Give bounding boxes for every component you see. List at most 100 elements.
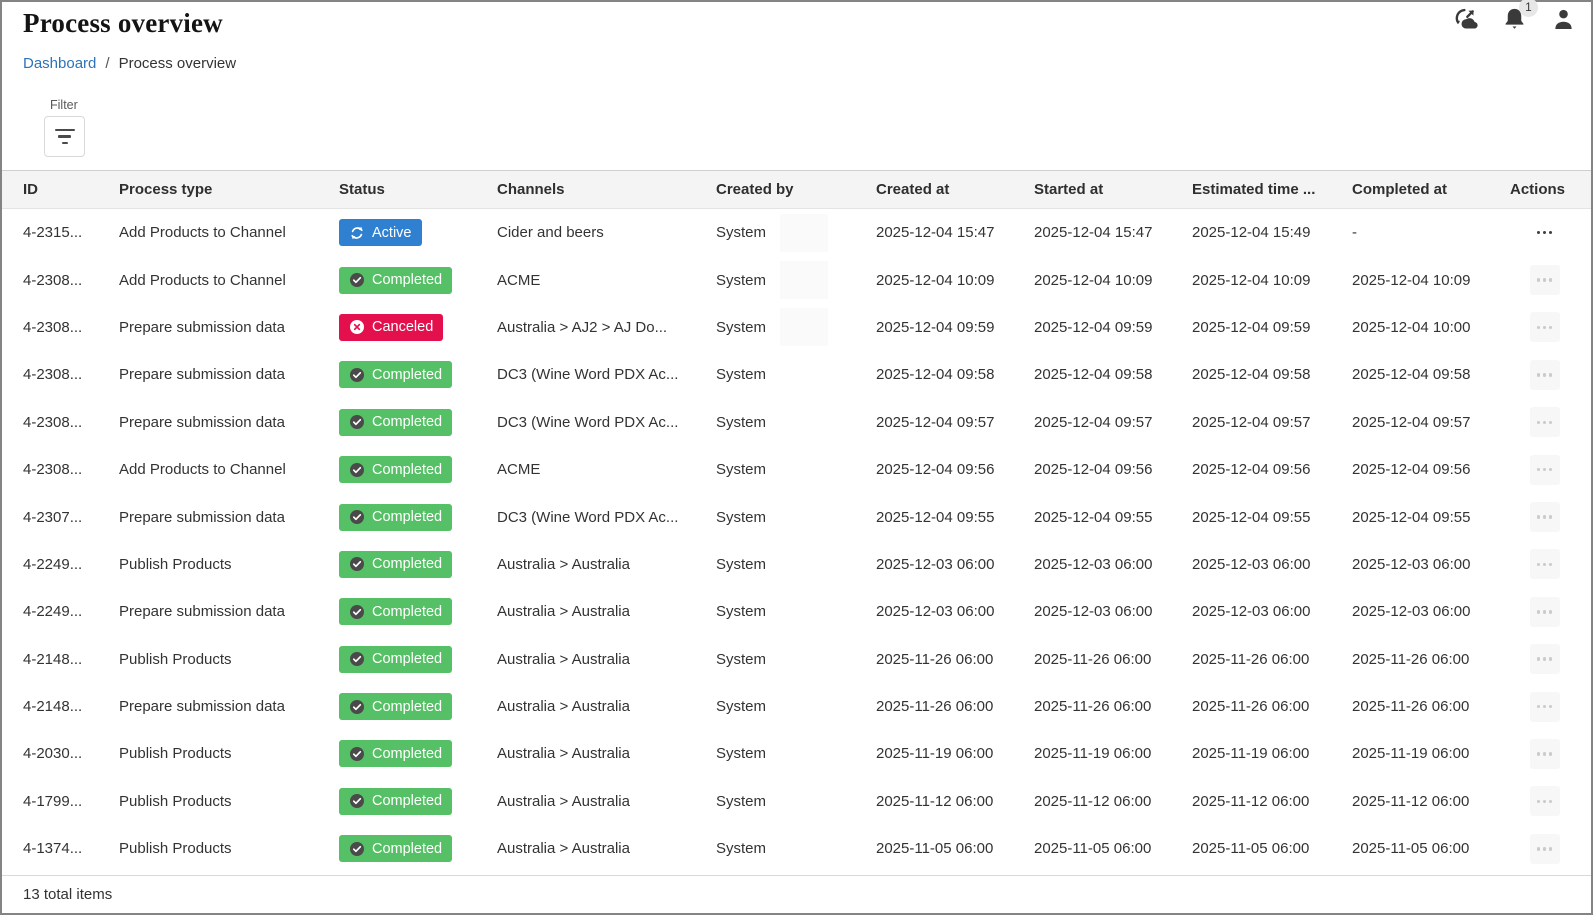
cell-created-by: System <box>716 698 876 715</box>
filter-label: Filter <box>50 98 1570 112</box>
filter-icon <box>55 129 75 132</box>
table-row[interactable]: 4-2249... Publish Products <box>2 541 1591 588</box>
table-row[interactable]: 4-2308... Prepare submission data <box>2 351 1591 398</box>
row-actions-button[interactable] <box>1530 597 1560 627</box>
notifications-bell-icon[interactable]: 1 <box>1501 6 1528 33</box>
row-actions-button[interactable] <box>1530 360 1560 390</box>
row-actions-button[interactable] <box>1530 834 1560 864</box>
cell-actions <box>1510 786 1579 816</box>
col-header-created-at[interactable]: Created at <box>876 181 1034 198</box>
cell-created-at: 2025-12-03 06:00 <box>876 556 1034 573</box>
loading-placeholder <box>780 308 828 346</box>
table-row[interactable]: 4-2308... Add Products to Channel <box>2 446 1591 493</box>
cell-estimated-time: 2025-12-04 15:49 <box>1192 224 1352 241</box>
cell-created-by: System <box>716 366 876 383</box>
col-header-estimated-time[interactable]: Estimated time ... <box>1192 181 1352 198</box>
cell-started-at: 2025-11-19 06:00 <box>1034 745 1192 762</box>
cell-started-at: 2025-12-04 15:47 <box>1034 224 1192 241</box>
row-actions-button[interactable] <box>1530 549 1560 579</box>
col-header-channels[interactable]: Channels <box>497 181 716 198</box>
row-actions-button[interactable] <box>1530 455 1560 485</box>
cell-created-by: System <box>716 414 876 431</box>
cell-process-type: Add Products to Channel <box>119 224 339 241</box>
breadcrumb-dashboard-link[interactable]: Dashboard <box>23 55 96 72</box>
cell-process-type: Prepare submission data <box>119 319 339 336</box>
check-circle-icon <box>349 793 365 809</box>
row-actions-button[interactable] <box>1530 644 1560 674</box>
cell-id: 4-2030... <box>23 745 119 762</box>
table-row[interactable]: 4-2308... Add Products to Channel <box>2 256 1591 303</box>
cell-started-at: 2025-12-04 09:56 <box>1034 461 1192 478</box>
cell-created-at: 2025-11-05 06:00 <box>876 840 1034 857</box>
cell-id: 4-2308... <box>23 366 119 383</box>
table-row[interactable]: 4-2307... Prepare submission data <box>2 493 1591 540</box>
cell-id: 4-2308... <box>23 414 119 431</box>
table-row[interactable]: 4-2308... Prepare submission data <box>2 399 1591 446</box>
page-title: Process overview <box>23 8 1570 39</box>
table-row[interactable]: 4-2315... Add Products to Channel <box>2 209 1591 256</box>
row-actions-button[interactable] <box>1530 218 1560 248</box>
status-badge-label: Completed <box>372 367 442 383</box>
check-circle-icon <box>349 651 365 667</box>
cell-actions <box>1510 360 1579 390</box>
cell-created-at: 2025-11-12 06:00 <box>876 793 1034 810</box>
col-header-created-by[interactable]: Created by <box>716 181 876 198</box>
cell-id: 4-1374... <box>23 840 119 857</box>
row-actions-button[interactable] <box>1530 502 1560 532</box>
cell-created-at: 2025-12-03 06:00 <box>876 603 1034 620</box>
cell-created-by: System <box>716 745 876 762</box>
kebab-icon <box>1537 610 1541 614</box>
table-row[interactable]: 4-1799... Publish Products <box>2 778 1591 825</box>
cell-completed-at: 2025-11-26 06:00 <box>1352 651 1510 668</box>
cell-id: 4-2308... <box>23 319 119 336</box>
cell-estimated-time: 2025-12-04 09:57 <box>1192 414 1352 431</box>
row-actions-button[interactable] <box>1530 786 1560 816</box>
row-actions-button[interactable] <box>1530 265 1560 295</box>
table-row[interactable]: 4-2308... Prepare submission data <box>2 304 1591 351</box>
col-header-started-at[interactable]: Started at <box>1034 181 1192 198</box>
col-header-id[interactable]: ID <box>23 181 119 198</box>
cell-created-by: System <box>716 651 876 668</box>
cell-channels: Cider and beers <box>497 224 716 241</box>
table-body: 4-2315... Add Products to Channel <box>2 209 1591 872</box>
status-badge-label: Completed <box>372 841 442 857</box>
cell-estimated-time: 2025-12-04 09:59 <box>1192 319 1352 336</box>
cell-completed-at: 2025-12-04 10:09 <box>1352 272 1510 289</box>
table-row[interactable]: 4-2148... Publish Products <box>2 636 1591 683</box>
kebab-icon <box>1537 515 1541 519</box>
cell-completed-at: 2025-12-04 09:58 <box>1352 366 1510 383</box>
status-badge-label: Completed <box>372 793 442 809</box>
col-header-completed-at[interactable]: Completed at <box>1352 181 1510 198</box>
cell-estimated-time: 2025-12-04 09:55 <box>1192 509 1352 526</box>
row-actions-button[interactable] <box>1530 407 1560 437</box>
cell-completed-at: 2025-12-04 09:55 <box>1352 509 1510 526</box>
cell-process-type: Prepare submission data <box>119 509 339 526</box>
cell-status: Completed <box>339 740 497 767</box>
cell-estimated-time: 2025-12-04 09:56 <box>1192 461 1352 478</box>
cell-created-at: 2025-11-26 06:00 <box>876 698 1034 715</box>
kebab-icon <box>1537 231 1541 235</box>
cell-channels: Australia > AJ2 > AJ Do... <box>497 319 716 336</box>
x-circle-icon <box>349 319 365 335</box>
row-actions-button[interactable] <box>1530 312 1560 342</box>
loading-placeholder <box>780 261 828 299</box>
sync-cloud-icon[interactable] <box>1452 6 1479 33</box>
filter-button[interactable] <box>44 116 85 157</box>
col-header-status[interactable]: Status <box>339 181 497 198</box>
cell-process-type: Publish Products <box>119 745 339 762</box>
user-profile-icon[interactable] <box>1550 6 1577 33</box>
table-header-row: ID Process type Status Channels Created … <box>2 170 1591 209</box>
table-row[interactable]: 4-2249... Prepare submission data <box>2 588 1591 635</box>
table-row[interactable]: 4-1374... Publish Products <box>2 825 1591 872</box>
cell-channels: DC3 (Wine Word PDX Ac... <box>497 414 716 431</box>
table-row[interactable]: 4-2030... Publish Products <box>2 730 1591 777</box>
kebab-icon <box>1537 468 1541 472</box>
breadcrumb-separator: / <box>105 55 109 72</box>
status-badge-label: Completed <box>372 604 442 620</box>
row-actions-button[interactable] <box>1530 692 1560 722</box>
row-actions-button[interactable] <box>1530 739 1560 769</box>
cell-actions <box>1510 265 1579 295</box>
col-header-process-type[interactable]: Process type <box>119 181 339 198</box>
status-badge: Completed <box>339 267 452 294</box>
table-row[interactable]: 4-2148... Prepare submission data <box>2 683 1591 730</box>
